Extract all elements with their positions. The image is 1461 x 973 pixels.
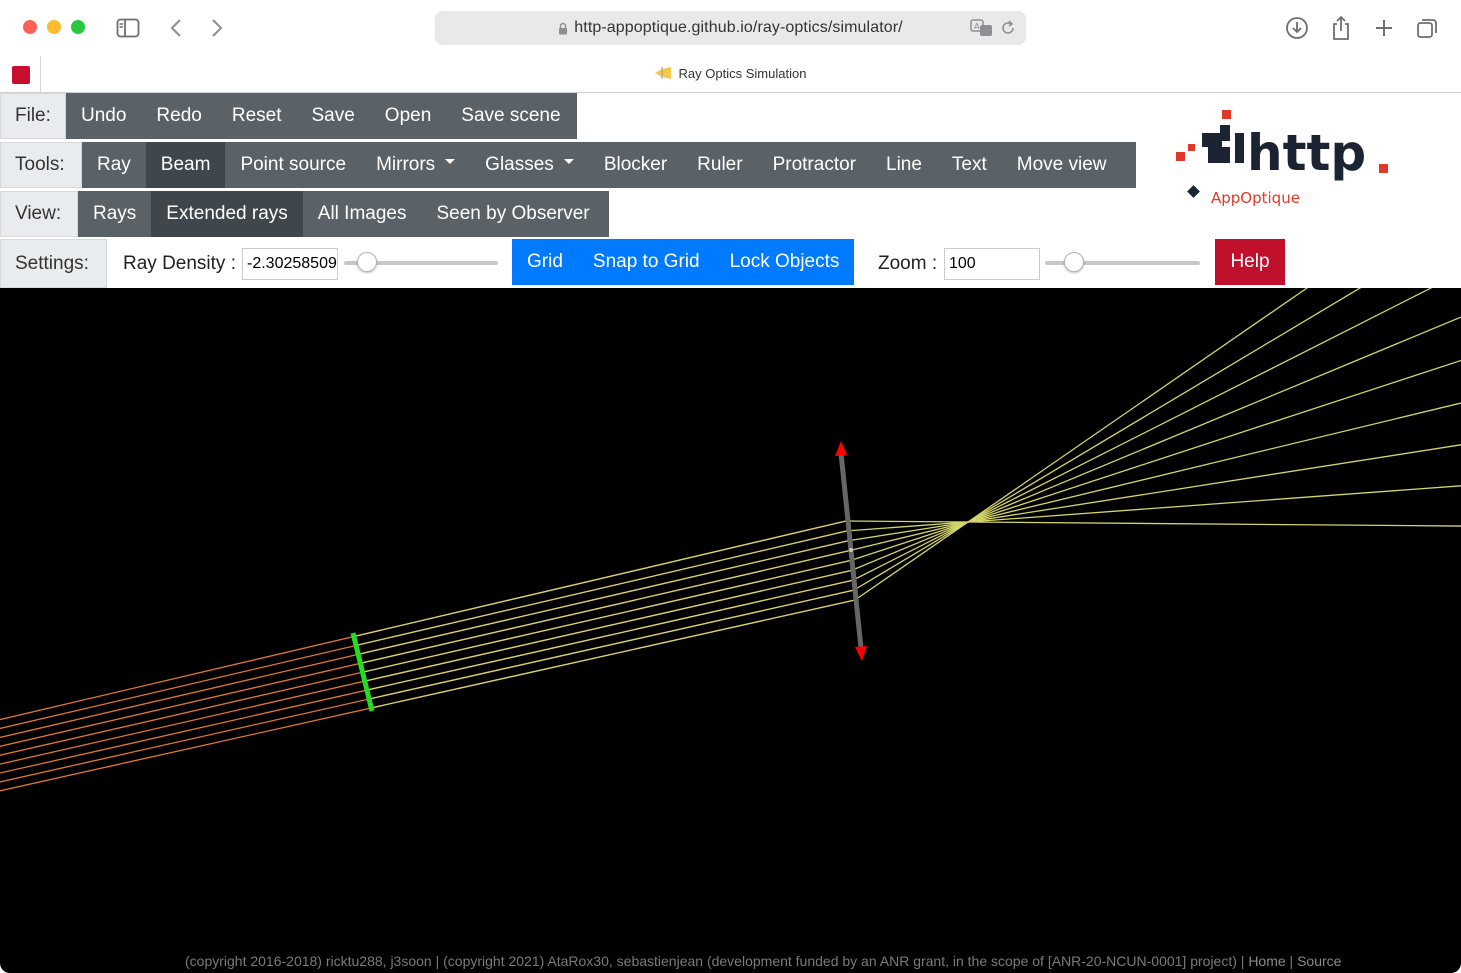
ray (849, 402, 1461, 552)
file-row: File: Undo Redo Reset Save Open Save sce… (0, 93, 577, 139)
ray-density-slider-thumb[interactable] (357, 252, 377, 272)
tools-row: Tools: Ray Beam Point source Mirrors Gla… (0, 142, 1136, 188)
zoom-window-button[interactable] (71, 20, 85, 34)
redo-button[interactable]: Redo (141, 93, 216, 139)
mirrors-dropdown-button[interactable]: Mirrors (361, 142, 470, 188)
address-bar[interactable]: http-appoptique.github.io/ray-optics/sim… (435, 11, 1026, 45)
extended-ray (0, 589, 855, 783)
beam-source[interactable] (350, 632, 375, 712)
svg-text:A: A (974, 22, 980, 31)
view-row: View: Rays Extended rays All Images Seen… (0, 191, 609, 237)
zoom-slider-thumb[interactable] (1064, 252, 1084, 272)
translate-icon[interactable]: A (970, 18, 994, 38)
ray-density-slider[interactable] (344, 252, 498, 272)
home-link[interactable]: Home (1248, 953, 1285, 969)
ray-tool-button[interactable]: Ray (82, 142, 146, 188)
file-label: File: (0, 93, 66, 139)
ray-density-input[interactable] (242, 248, 338, 280)
blocker-tool-button[interactable]: Blocker (589, 142, 682, 188)
downloads-icon[interactable] (1284, 14, 1310, 42)
seen-by-observer-view-button[interactable]: Seen by Observer (421, 191, 604, 237)
snap-to-grid-toggle-button[interactable]: Snap to Grid (577, 239, 715, 285)
ray (854, 288, 1309, 601)
settings-label: Settings: (0, 239, 107, 288)
move-view-tool-button[interactable]: Move view (1002, 142, 1122, 188)
help-button[interactable]: Help (1215, 239, 1285, 285)
tab-overview-icon[interactable] (1414, 14, 1440, 42)
active-tab[interactable]: Ray Optics Simulation (0, 66, 1461, 81)
tab-bar: Ray Optics Simulation (0, 56, 1461, 93)
settings-row: Settings: Ray Density : Grid Snap to Gri… (0, 239, 1461, 288)
reload-icon[interactable] (1000, 18, 1016, 38)
app-toolbar: File: Undo Redo Reset Save Open Save sce… (0, 93, 1461, 288)
zoom-label: Zoom : (878, 253, 938, 274)
lens-bottom-arrow-icon (855, 646, 867, 661)
extended-ray (0, 530, 848, 730)
protractor-tool-button[interactable]: Protractor (758, 142, 871, 188)
ray (853, 288, 1362, 591)
undo-button[interactable]: Undo (66, 93, 141, 139)
back-icon[interactable] (164, 14, 188, 42)
save-button[interactable]: Save (296, 93, 369, 139)
line-tool-button[interactable]: Line (871, 142, 937, 188)
ray (850, 359, 1461, 562)
logo-wordmark: http (1247, 124, 1366, 182)
reset-button[interactable]: Reset (217, 93, 297, 139)
share-icon[interactable] (1328, 14, 1354, 42)
logo-subtitle: AppOptique (1211, 189, 1300, 207)
ray-optics-favicon-icon (654, 67, 671, 79)
ray (851, 316, 1461, 571)
open-button[interactable]: Open (370, 93, 446, 139)
ruler-tool-button[interactable]: Ruler (682, 142, 757, 188)
extended-ray (0, 520, 847, 721)
extended-ray (0, 599, 856, 792)
all-images-view-button[interactable]: All Images (303, 191, 422, 237)
ray-drawing (0, 288, 1461, 792)
extended-ray (0, 540, 849, 739)
extended-rays-view-button[interactable]: Extended rays (151, 191, 303, 237)
caret-down-icon (445, 158, 456, 164)
lens-top-arrow-icon (835, 441, 847, 456)
browser-toolbar: http-appoptique.github.io/ray-optics/sim… (0, 0, 1461, 56)
simulation-canvas[interactable]: (copyright 2016-2018) ricktu288, j3soon … (0, 288, 1461, 973)
url-text: http-appoptique.github.io/ray-optics/sim… (574, 19, 903, 36)
lens-center-marker (849, 548, 853, 552)
tab-title: Ray Optics Simulation (678, 66, 807, 81)
minimize-window-button[interactable] (47, 20, 61, 34)
ray (845, 520, 1461, 527)
sidebar-toggle-icon[interactable] (114, 14, 142, 42)
grid-toggle-group: Grid Snap to Grid Lock Objects (512, 239, 855, 285)
text-tool-button[interactable]: Text (937, 142, 1002, 188)
source-link[interactable]: Source (1297, 953, 1341, 969)
close-window-button[interactable] (23, 20, 37, 34)
grid-toggle-button[interactable]: Grid (512, 239, 578, 285)
beam-tool-button[interactable]: Beam (145, 142, 226, 188)
tools-label: Tools: (0, 142, 82, 188)
appoptique-logo: http AppOptique (1165, 107, 1395, 212)
caret-down-icon (563, 158, 574, 164)
save-scene-button[interactable]: Save scene (446, 93, 575, 139)
extended-ray (0, 559, 851, 756)
point-source-tool-button[interactable]: Point source (225, 142, 361, 188)
rays-view-button[interactable]: Rays (78, 191, 151, 237)
new-tab-icon[interactable] (1371, 14, 1397, 42)
browser-window: http-appoptique.github.io/ray-optics/sim… (0, 0, 1461, 973)
ray-density-label: Ray Density : (123, 253, 236, 274)
zoom-input[interactable] (944, 248, 1040, 280)
glasses-dropdown-button[interactable]: Glasses (470, 142, 589, 188)
extended-ray (0, 549, 850, 747)
lock-objects-toggle-button[interactable]: Lock Objects (714, 239, 855, 285)
footer-credits: (copyright 2016-2018) ricktu288, j3soon … (185, 953, 1342, 969)
zoom-slider[interactable] (1045, 252, 1200, 272)
forward-icon[interactable] (205, 14, 229, 42)
view-label: View: (0, 191, 78, 237)
lock-icon (559, 22, 568, 34)
